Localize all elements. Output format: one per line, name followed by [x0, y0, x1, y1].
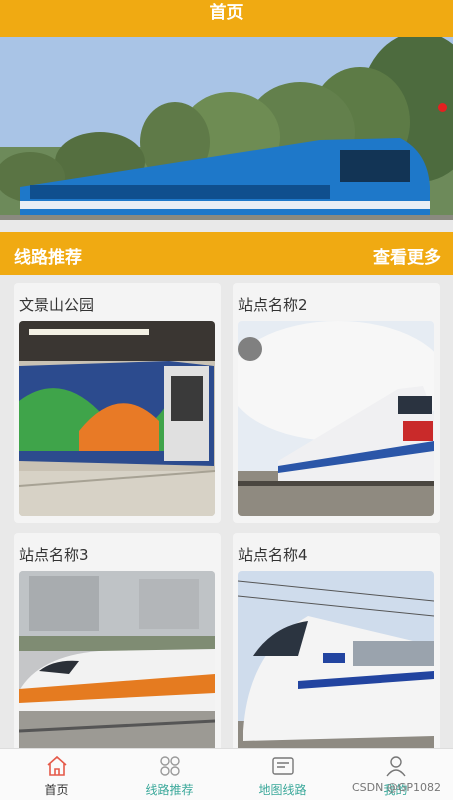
- map-icon: [272, 757, 294, 775]
- tab-map[interactable]: 地图线路: [226, 749, 339, 800]
- carousel-indicator[interactable]: [438, 103, 447, 112]
- user-icon: [386, 756, 406, 777]
- card-image: [238, 321, 434, 516]
- route-card[interactable]: 站点名称4: [233, 533, 440, 773]
- view-more-link[interactable]: 查看更多: [373, 243, 441, 268]
- tab-home[interactable]: 首页: [0, 749, 113, 800]
- tab-label: 首页: [44, 783, 69, 797]
- watermark: CSDN @GP1082: [351, 781, 441, 794]
- home-icon: [47, 755, 67, 776]
- page-title: 首页: [209, 3, 244, 23]
- card-title: 站点名称3: [19, 546, 89, 564]
- card-image: [19, 321, 215, 516]
- section-header: 线路推荐 查看更多: [0, 232, 453, 275]
- tab-routes[interactable]: 线路推荐: [113, 749, 226, 800]
- section-title: 线路推荐: [14, 248, 82, 268]
- card-image: [238, 571, 434, 766]
- banner-carousel[interactable]: [0, 37, 453, 220]
- route-card[interactable]: 文景山公园: [14, 283, 221, 523]
- card-title: 文景山公园: [19, 296, 95, 314]
- header-bar: 首页: [0, 0, 453, 37]
- grid-icon: [160, 756, 180, 776]
- tab-label: 线路推荐: [145, 783, 194, 797]
- card-title: 站点名称2: [238, 296, 308, 314]
- card-image: [19, 571, 215, 766]
- route-card[interactable]: 站点名称3: [14, 533, 221, 773]
- card-title: 站点名称4: [238, 546, 308, 564]
- banner-image: [0, 37, 453, 220]
- tab-label: 地图线路: [258, 783, 307, 797]
- route-card[interactable]: 站点名称2: [233, 283, 440, 523]
